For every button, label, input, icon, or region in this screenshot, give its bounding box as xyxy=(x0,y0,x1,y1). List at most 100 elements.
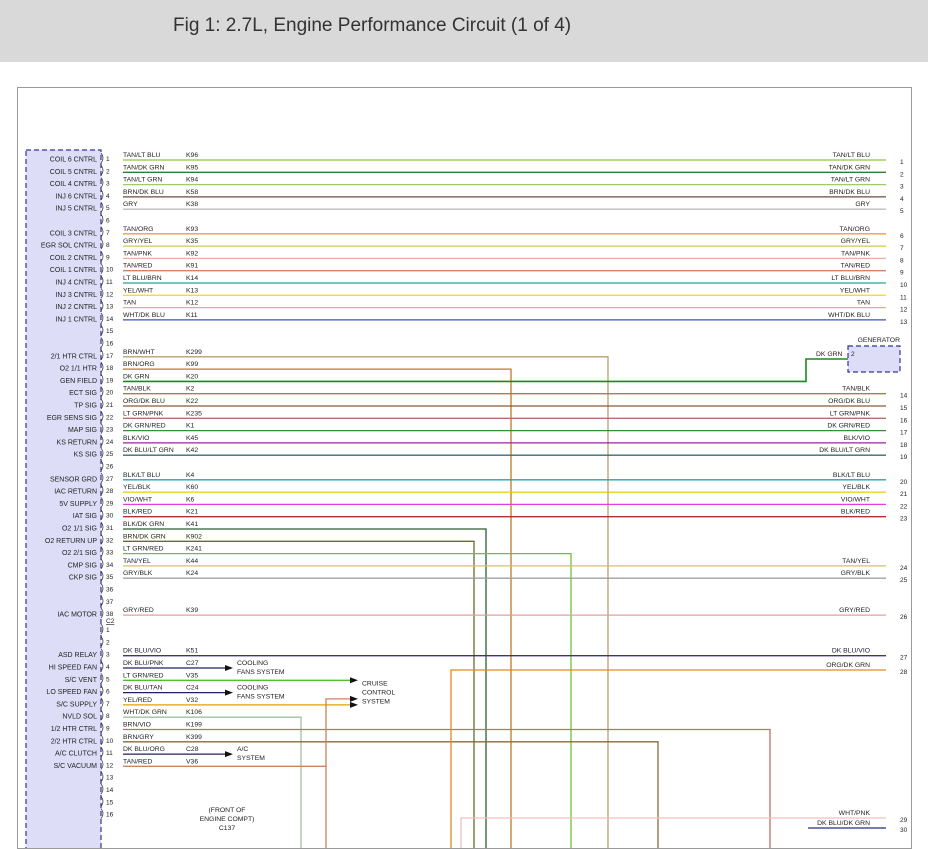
circuit-id-label: K241 xyxy=(186,546,202,553)
right-wire-label: DK BLU/DK GRN xyxy=(817,820,870,827)
module-pin-label: MAP SIG xyxy=(68,427,97,434)
pin-number: 28 xyxy=(106,488,114,495)
wire-color-label: GRY/RED xyxy=(123,607,154,614)
pin-number: 3 xyxy=(106,181,110,188)
pin-number: 9 xyxy=(106,254,110,261)
pin-number: 2 xyxy=(106,639,110,646)
circuit-id-label: K45 xyxy=(186,435,198,442)
circuit-id-label: C27 xyxy=(186,660,199,667)
wire-color-label: YEL/RED xyxy=(123,697,152,704)
circuit-id-label: K2 xyxy=(186,386,195,393)
right-wire-number: 5 xyxy=(900,208,904,215)
pin-number: 35 xyxy=(106,574,114,581)
circuit-id-label: K58 xyxy=(186,189,198,196)
wire-color-label: TAN/LT BLU xyxy=(123,152,160,159)
module-pin-label: IAC MOTOR xyxy=(57,612,97,619)
right-wire-number: 14 xyxy=(900,393,908,400)
module-pin-label: INJ 2 CNTRL xyxy=(55,304,97,311)
circuit-id-label: K299 xyxy=(186,349,202,356)
wire-color-label: VIO/WHT xyxy=(123,496,152,503)
right-wire-number: 11 xyxy=(900,294,907,301)
wire-line xyxy=(123,741,659,848)
circuit-id-label: K91 xyxy=(186,263,198,270)
right-wire-label: DK GRN/RED xyxy=(827,423,870,430)
module-pin-label: GEN FIELD xyxy=(60,378,97,385)
wire-color-label: GRY/BLK xyxy=(123,570,153,577)
module-pin-label: COIL 5 CNTRL xyxy=(50,169,97,176)
module-pin-label: S/C VACUUM xyxy=(54,763,98,770)
wire-color-label: BRN/VIO xyxy=(123,721,151,728)
right-wire-number: 4 xyxy=(900,196,904,203)
wire-color-label: BLK/DK GRN xyxy=(123,521,164,528)
right-wire-label: LT GRN/PNK xyxy=(830,410,871,417)
module-pin-label: CMP SIG xyxy=(68,562,97,569)
pin-number: 38 xyxy=(106,611,114,618)
wire-color-label: GRY/YEL xyxy=(123,238,153,245)
module-pin-label: 2/2 HTR CTRL xyxy=(51,738,97,745)
right-wire-number: 25 xyxy=(900,577,908,584)
wire-color-label: LT BLU/BRN xyxy=(123,275,162,282)
circuit-id-label: K11 xyxy=(186,312,198,319)
wire-color-label: DK BLU/TAN xyxy=(123,685,163,692)
module-pin-label: HI SPEED FAN xyxy=(49,664,97,671)
module-pin-label: IAT SIG xyxy=(73,513,97,520)
pin-number: 21 xyxy=(106,402,114,409)
circuit-id-label: K95 xyxy=(186,164,198,171)
module-pin-label: 2/1 HTR CTRL xyxy=(51,353,97,360)
right-wire-number: 9 xyxy=(900,270,904,277)
wire-color-label: WHT/DK BLU xyxy=(123,312,165,319)
module-pin-label: NVLD SOL xyxy=(62,714,97,721)
wire-color-label: BLK/VIO xyxy=(123,435,149,442)
pin-number: 1 xyxy=(106,627,110,634)
location-note-label: (FRONT OF xyxy=(209,807,246,814)
wire-color-label: TAN/BLK xyxy=(123,386,151,393)
circuit-id-label: K41 xyxy=(186,521,198,528)
module-pin-label: SENSOR GRD xyxy=(50,476,97,483)
arrow-icon xyxy=(350,695,358,702)
location-note-label: C137 xyxy=(219,825,235,832)
wire-color-label: LT GRN/RED xyxy=(123,672,164,679)
pin-number: 4 xyxy=(106,664,110,671)
module-pin-label: COIL 6 CNTRL xyxy=(50,157,97,164)
pin-number: 24 xyxy=(106,439,114,446)
ac-system-label: SYSTEM xyxy=(237,755,265,762)
module-pin-label: COIL 1 CNTRL xyxy=(50,267,97,274)
wire-color-label: DK BLU/LT GRN xyxy=(123,447,174,454)
pin-number: 17 xyxy=(106,353,114,360)
right-wire-number: 26 xyxy=(900,614,908,621)
wire-color-label: GRY xyxy=(123,201,138,208)
wire-color-label: TAN/DK GRN xyxy=(123,164,165,171)
ac-system-label: A/C xyxy=(237,746,248,753)
circuit-id-label: K1 xyxy=(186,423,195,430)
connector-c2-label: C2 xyxy=(106,618,115,625)
cruise-system-label: SYSTEM xyxy=(362,698,390,705)
destination-systems: COOLING FANS SYSTEM COOLING FANS SYSTEM A/C S… xyxy=(200,660,396,832)
right-wire-number: 22 xyxy=(900,503,908,510)
wire-color-label: DK BLU/ORG xyxy=(123,746,165,753)
right-wire-label: TAN/YEL xyxy=(842,558,870,565)
wire-color-label: DK BLU/PNK xyxy=(123,660,164,667)
wire-line xyxy=(123,358,848,383)
pin-number: 16 xyxy=(106,341,114,348)
pin-number: 6 xyxy=(106,689,110,696)
pin-number: 1 xyxy=(106,156,110,163)
pin-number: 10 xyxy=(106,267,114,274)
right-wire-number: 1 xyxy=(900,159,904,166)
module-pin-label: IAC RETURN xyxy=(54,489,97,496)
module-pin-label: O2 1/1 HTR xyxy=(60,366,97,373)
circuit-id-label: V36 xyxy=(186,758,198,765)
pin-number: 23 xyxy=(106,427,114,434)
pin-number: 22 xyxy=(106,414,114,421)
right-wire-number: 17 xyxy=(900,430,908,437)
right-wire-number: 13 xyxy=(900,319,908,326)
right-wire-label: TAN/ORG xyxy=(840,226,870,233)
right-wire-label: LT BLU/BRN xyxy=(831,275,870,282)
wire-color-label: LT GRN/RED xyxy=(123,546,164,553)
circuit-id-label: K94 xyxy=(186,177,198,184)
right-wire-label: TAN/DK GRN xyxy=(829,164,871,171)
circuit-id-label: K92 xyxy=(186,250,198,257)
right-wire-number: 19 xyxy=(900,454,908,461)
pin-number: 33 xyxy=(106,550,114,557)
wire-line xyxy=(123,528,487,848)
pin-number: 3 xyxy=(106,652,110,659)
